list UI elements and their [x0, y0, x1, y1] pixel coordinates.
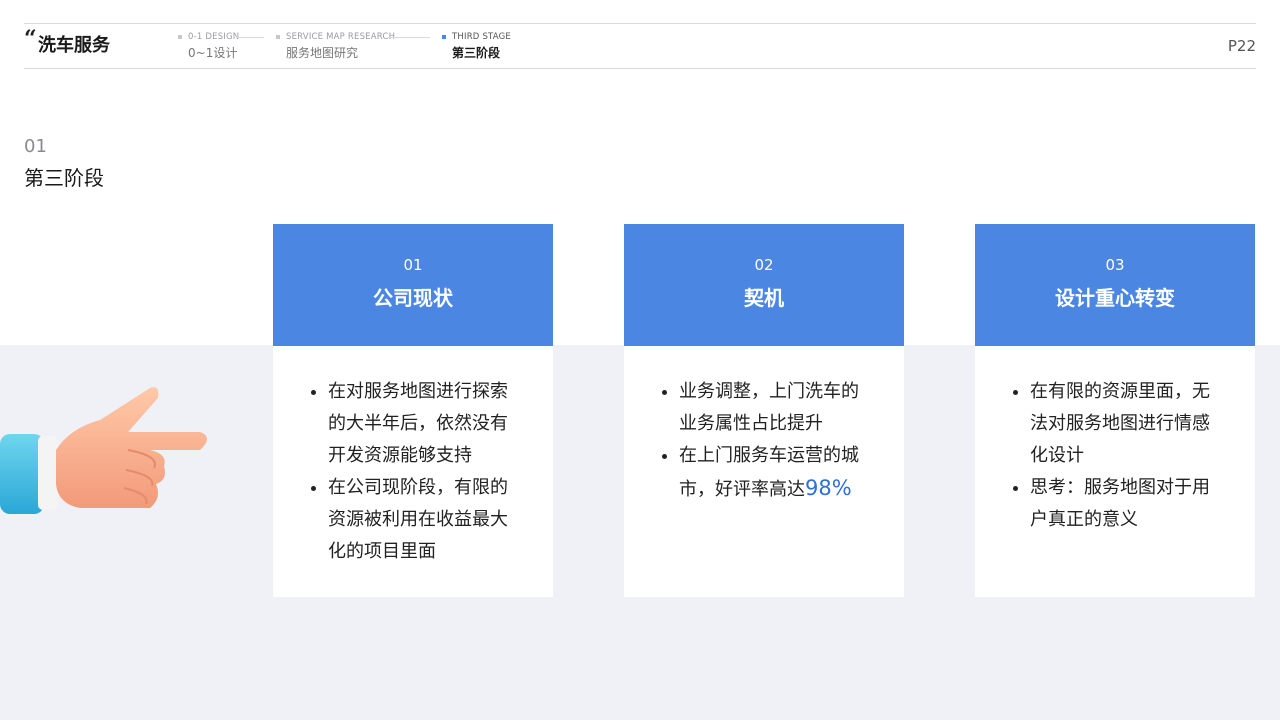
stage-zh-label: 0~1设计: [188, 46, 238, 60]
card-bullet-list: 在对服务地图进行探索的大半年后，依然没有开发资源能够支持 在公司现阶段，有限的资…: [311, 376, 521, 568]
header-divider-top: [24, 23, 1256, 24]
card-number: 01: [403, 256, 423, 274]
card-title: 契机: [744, 286, 784, 310]
card-bullet: 业务调整，上门洗车的业务属性占比提升: [662, 376, 872, 440]
brand-title: 洗车服务: [38, 35, 110, 56]
stage-en-label: THIRD STAGE: [452, 32, 511, 42]
stage-connector: [236, 37, 264, 38]
card-body: 业务调整，上门洗车的业务属性占比提升 在上门服务车运营的城市，好评率高达98%: [624, 346, 904, 597]
card-title: 设计重心转变: [1055, 286, 1175, 310]
card-body: 在有限的资源里面，无法对服务地图进行情感化设计 思考：服务地图对于用户真正的意义: [975, 346, 1255, 597]
section-title: 第三阶段: [24, 166, 104, 190]
rating-highlight: 98%: [805, 476, 852, 500]
card-bullet: 在有限的资源里面，无法对服务地图进行情感化设计: [1013, 376, 1223, 472]
stage-dot-icon: [276, 35, 280, 39]
pointing-hand-icon: [0, 387, 207, 514]
card-header: 02 契机: [624, 224, 904, 354]
card-bullet: 在公司现阶段，有限的资源被利用在收益最大化的项目里面: [311, 472, 521, 568]
stage-nav-item-third[interactable]: THIRD STAGE 第三阶段: [442, 32, 522, 64]
stage-zh-label: 第三阶段: [452, 46, 501, 60]
card-title: 公司现状: [373, 286, 453, 310]
stage-en-label: 0-1 DESIGN: [188, 32, 240, 42]
stage-en-label: SERVICE MAP RESEARCH: [286, 32, 396, 42]
card-company-status: 01 公司现状 在对服务地图进行探索的大半年后，依然没有开发资源能够支持 在公司…: [273, 224, 553, 597]
card-opportunity: 02 契机 业务调整，上门洗车的业务属性占比提升 在上门服务车运营的城市，好评率…: [624, 224, 904, 597]
card-number: 02: [754, 256, 774, 274]
card-body: 在对服务地图进行探索的大半年后，依然没有开发资源能够支持 在公司现阶段，有限的资…: [273, 346, 553, 597]
card-bullet: 思考：服务地图对于用户真正的意义: [1013, 472, 1223, 536]
stage-nav-item-research[interactable]: SERVICE MAP RESEARCH 服务地图研究: [276, 32, 432, 64]
stage-nav-item-design[interactable]: 0-1 DESIGN 0~1设计: [178, 32, 268, 64]
card-number: 03: [1105, 256, 1125, 274]
section-number: 01: [24, 136, 47, 157]
card-bullet-list: 在有限的资源里面，无法对服务地图进行情感化设计 思考：服务地图对于用户真正的意义: [1013, 376, 1223, 536]
quote-icon: “: [24, 26, 37, 52]
stage-dot-icon: [178, 35, 182, 39]
card-design-shift: 03 设计重心转变 在有限的资源里面，无法对服务地图进行情感化设计 思考：服务地…: [975, 224, 1255, 597]
stage-connector: [388, 37, 430, 38]
stage-zh-label: 服务地图研究: [286, 46, 359, 60]
card-bullet: 在上门服务车运营的城市，好评率高达98%: [662, 440, 872, 506]
card-bullet: 在对服务地图进行探索的大半年后，依然没有开发资源能够支持: [311, 376, 521, 472]
card-bullet-list: 业务调整，上门洗车的业务属性占比提升 在上门服务车运营的城市，好评率高达98%: [662, 376, 872, 506]
card-header: 03 设计重心转变: [975, 224, 1255, 354]
stage-dot-icon: [442, 35, 446, 39]
page-number: P22: [1227, 37, 1256, 55]
card-header: 01 公司现状: [273, 224, 553, 354]
header-divider-bottom: [24, 68, 1256, 69]
